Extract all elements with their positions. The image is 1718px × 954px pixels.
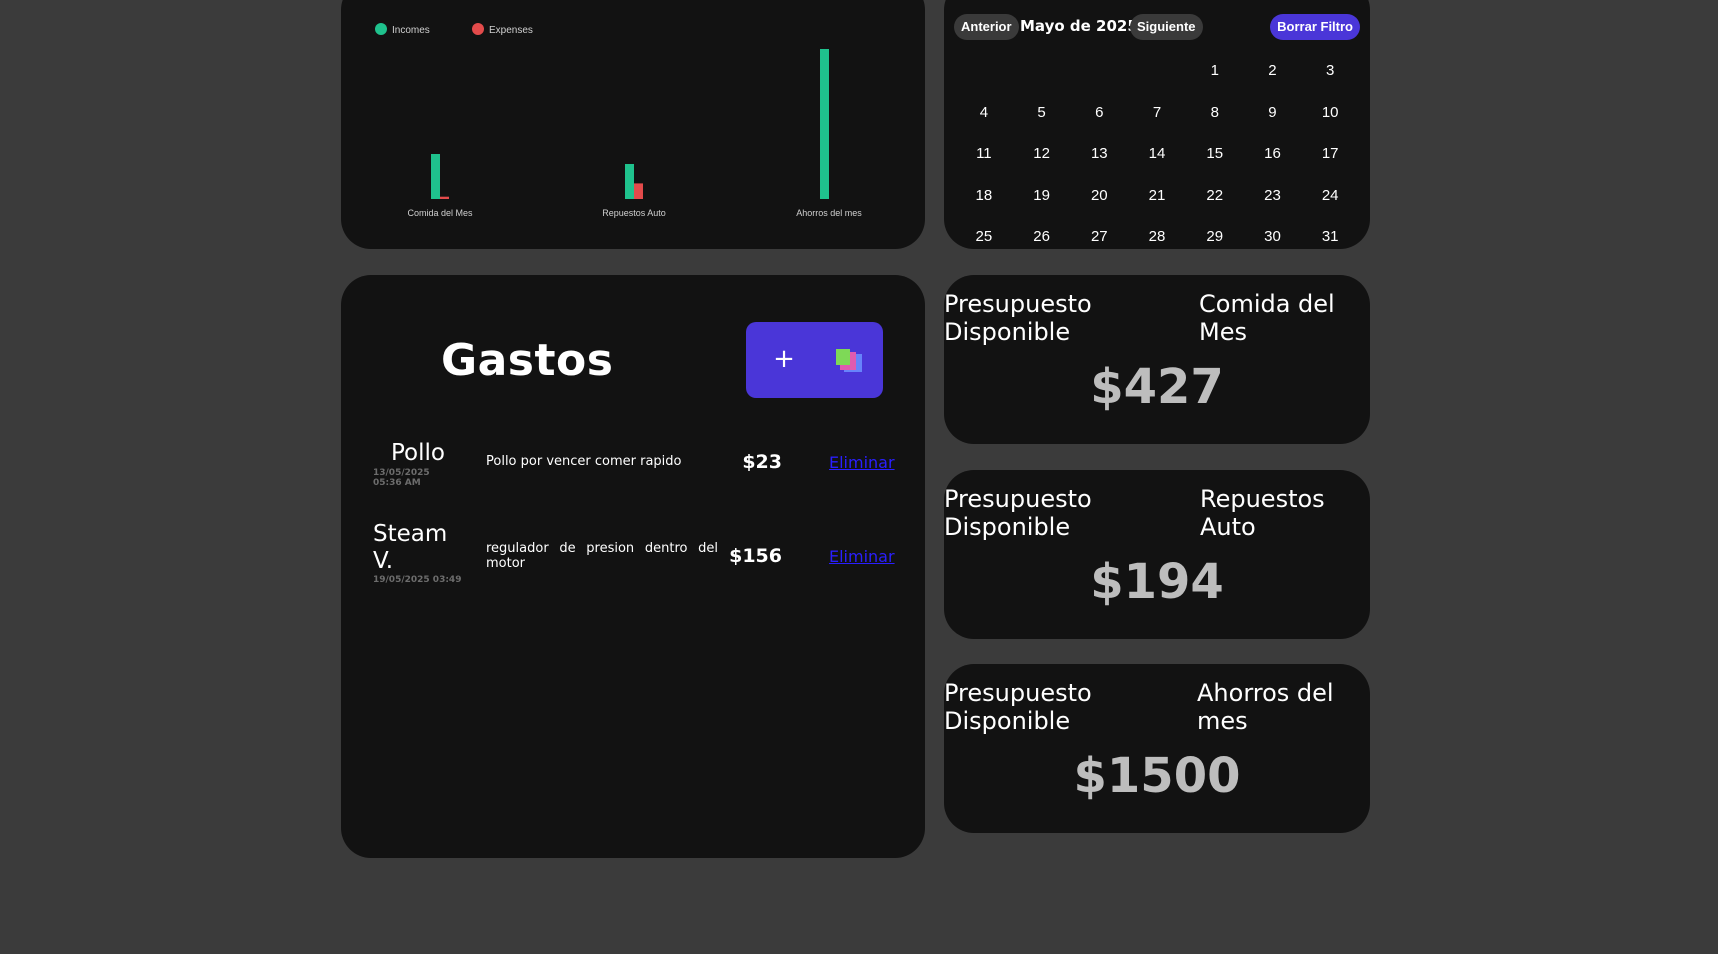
legend-label: Incomes bbox=[392, 25, 430, 36]
calendar-day[interactable]: 30 bbox=[1244, 228, 1302, 245]
expense-row: Steam V. 19/05/2025 03:49 regulador de p… bbox=[373, 521, 895, 587]
calendar-day[interactable]: 3 bbox=[1301, 62, 1359, 79]
calendar-day[interactable]: 13 bbox=[1070, 145, 1128, 162]
budget-category: Ahorros del mes bbox=[1197, 679, 1334, 735]
next-month-button[interactable]: Siguiente bbox=[1130, 14, 1203, 40]
calendar-day[interactable]: 23 bbox=[1244, 187, 1302, 204]
bar bbox=[820, 49, 829, 199]
expenses-title: Gastos bbox=[441, 335, 614, 386]
expense-actions: + bbox=[746, 322, 883, 398]
calendar-day[interactable]: 22 bbox=[1186, 187, 1244, 204]
legend-swatch bbox=[375, 23, 387, 35]
clear-filter-button[interactable]: Borrar Filtro bbox=[1270, 14, 1360, 40]
chart-card: Incomes Expenses Comida del Mes Repuestos A… bbox=[341, 0, 925, 249]
budget-label: Presupuesto Disponible bbox=[944, 679, 1092, 735]
expense-name: Steam V. bbox=[373, 521, 448, 574]
expense-row: Pollo 13/05/2025 05:36 AM Pollo por venc… bbox=[373, 440, 895, 500]
calendar-day[interactable]: 1 bbox=[1186, 62, 1244, 79]
expenses-card: Gastos + Pollo 13/05/2025 05:36 AM Pollo… bbox=[341, 275, 925, 858]
budget-category: Repuestos Auto bbox=[1200, 485, 1325, 541]
budget-label: Presupuesto Disponible bbox=[944, 290, 1092, 346]
legend-swatch bbox=[472, 23, 484, 35]
calendar-day[interactable]: 17 bbox=[1301, 145, 1359, 162]
copy-icon[interactable] bbox=[834, 348, 864, 376]
previous-month-button[interactable]: Anterior bbox=[954, 14, 1019, 40]
x-tick-label: Comida del Mes bbox=[407, 208, 473, 218]
calendar-day[interactable]: 28 bbox=[1128, 228, 1186, 245]
expense-name: Pollo bbox=[391, 440, 445, 466]
calendar-day[interactable]: 8 bbox=[1186, 104, 1244, 121]
calendar-day[interactable]: 15 bbox=[1186, 145, 1244, 162]
calendar-week: 18 19 20 21 22 23 24 bbox=[955, 175, 1359, 217]
expense-amount: $23 bbox=[742, 451, 782, 473]
expense-date: 13/05/2025 05:36 AM bbox=[373, 468, 430, 488]
legend-label: Expenses bbox=[489, 25, 533, 36]
delete-expense-link[interactable]: Eliminar bbox=[829, 453, 895, 472]
calendar-day[interactable]: 14 bbox=[1128, 145, 1186, 162]
budget-card: Presupuesto Disponible Repuestos Auto $1… bbox=[944, 470, 1370, 639]
budget-category: Comida del Mes bbox=[1199, 290, 1335, 346]
calendar-day[interactable]: 31 bbox=[1301, 228, 1359, 245]
calendar-day[interactable]: 27 bbox=[1070, 228, 1128, 245]
calendar-day[interactable]: 21 bbox=[1128, 187, 1186, 204]
calendar-grid: 1 2 3 4 5 6 7 8 9 10 11 12 13 14 15 16 1… bbox=[955, 50, 1359, 258]
calendar-day[interactable]: 29 bbox=[1186, 228, 1244, 245]
calendar-day[interactable]: 6 bbox=[1070, 104, 1128, 121]
budget-card: Presupuesto Disponible Ahorros del mes $… bbox=[944, 664, 1370, 833]
budget-amount: $194 bbox=[1090, 554, 1224, 610]
calendar-day[interactable]: 16 bbox=[1244, 145, 1302, 162]
calendar-week: 25 26 27 28 29 30 31 bbox=[955, 216, 1359, 258]
calendar-card: Anterior Mayo de 2025 Siguiente Borrar F… bbox=[944, 0, 1370, 249]
calendar-day[interactable]: 12 bbox=[1013, 145, 1071, 162]
x-tick-label: Ahorros del mes bbox=[796, 208, 862, 218]
budget-amount: $1500 bbox=[1073, 748, 1241, 804]
budget-card: Presupuesto Disponible Comida del Mes $4… bbox=[944, 275, 1370, 444]
calendar-day[interactable]: 20 bbox=[1070, 187, 1128, 204]
add-expense-button[interactable]: + bbox=[764, 340, 804, 380]
bar bbox=[634, 183, 643, 199]
calendar-day[interactable]: 24 bbox=[1301, 187, 1359, 204]
calendar-day[interactable]: 5 bbox=[1013, 104, 1071, 121]
calendar-week: 11 12 13 14 15 16 17 bbox=[955, 133, 1359, 175]
calendar-day[interactable]: 7 bbox=[1128, 104, 1186, 121]
calendar-day[interactable]: 11 bbox=[955, 145, 1013, 162]
calendar-day[interactable]: 26 bbox=[1013, 228, 1071, 245]
budget-label: Presupuesto Disponible bbox=[944, 485, 1092, 541]
calendar-day[interactable]: 4 bbox=[955, 104, 1013, 121]
calendar-day[interactable]: 19 bbox=[1013, 187, 1071, 204]
calendar-day[interactable]: 9 bbox=[1244, 104, 1302, 121]
bar bbox=[625, 164, 634, 199]
expense-amount: $156 bbox=[729, 545, 782, 567]
budget-amount: $427 bbox=[1090, 359, 1224, 415]
calendar-day[interactable]: 2 bbox=[1244, 62, 1302, 79]
delete-expense-link[interactable]: Eliminar bbox=[829, 547, 895, 566]
calendar-day[interactable]: 10 bbox=[1301, 104, 1359, 121]
calendar-day[interactable]: 18 bbox=[955, 187, 1013, 204]
x-tick-label: Repuestos Auto bbox=[602, 208, 666, 218]
calendar-week: 4 5 6 7 8 9 10 bbox=[955, 92, 1359, 134]
expense-description: regulador de presion dentro del motor bbox=[486, 541, 718, 571]
expense-description: Pollo por vencer comer rapido bbox=[486, 454, 682, 469]
expense-date: 19/05/2025 03:49 bbox=[373, 575, 462, 585]
calendar-week: 1 2 3 bbox=[955, 50, 1359, 92]
calendar-day[interactable]: 25 bbox=[955, 228, 1013, 245]
calendar-header: Anterior Mayo de 2025 Siguiente Borrar F… bbox=[954, 14, 1360, 44]
month-label: Mayo de 2025 bbox=[1020, 17, 1138, 35]
bar bbox=[440, 196, 449, 199]
bar bbox=[431, 154, 440, 199]
bar-chart: Incomes Expenses Comida del Mes Repuestos A… bbox=[375, 23, 862, 218]
